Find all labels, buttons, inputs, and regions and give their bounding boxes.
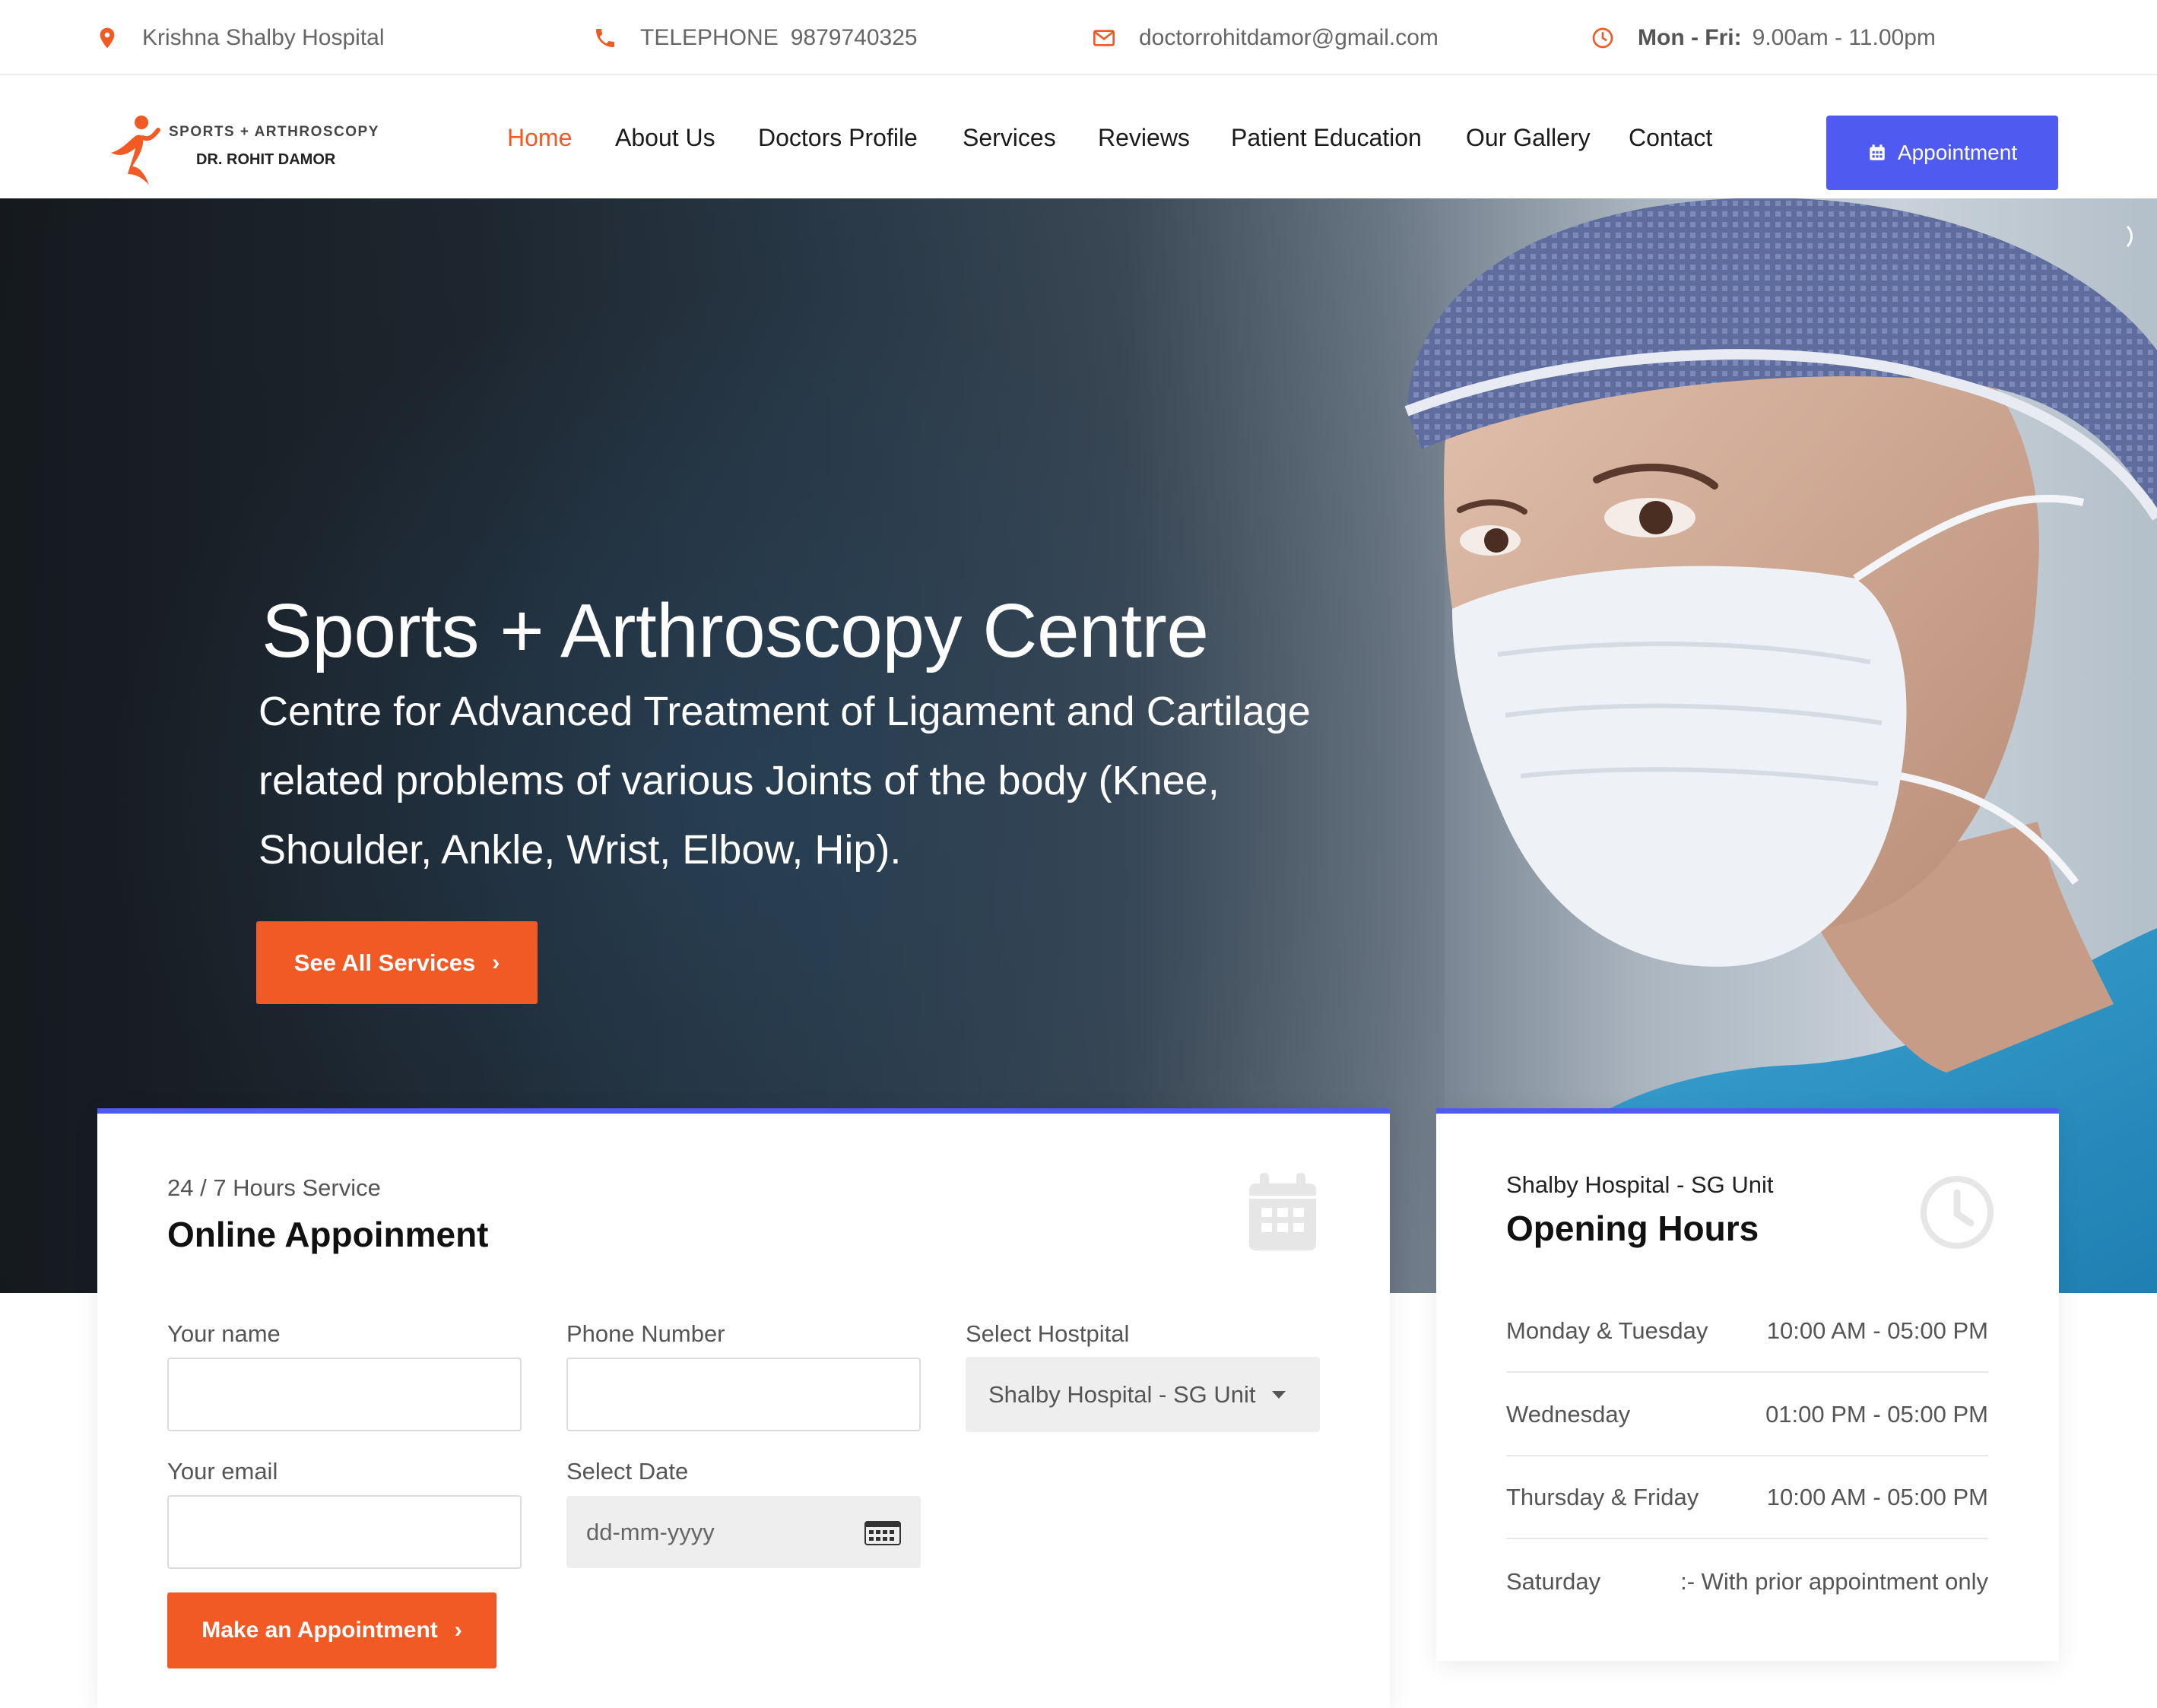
email-text[interactable]: doctorrohitdamor@gmail.com [1139, 25, 1439, 51]
email-label: Your email [167, 1458, 278, 1485]
location-text: Krishna Shalby Hospital [142, 24, 385, 50]
nav-item-services[interactable]: Services [963, 77, 1056, 198]
caret-down-icon [1272, 1390, 1286, 1399]
date-input[interactable]: dd-mm-yyyy [566, 1496, 921, 1568]
calendar-icon [1870, 144, 1885, 160]
hours-eyebrow: Shalby Hospital - SG Unit [1506, 1171, 1774, 1198]
calendar-picker-icon[interactable] [864, 1519, 901, 1545]
phone-input[interactable] [566, 1358, 921, 1431]
nav-item-contact[interactable]: Contact [1629, 77, 1712, 198]
date-placeholder: dd-mm-yyyy [586, 1518, 715, 1545]
see-all-services-label: See All Services [293, 949, 476, 976]
appointment-eyebrow: 24 / 7 Hours Service [167, 1174, 381, 1201]
nav-item-about-us[interactable]: About Us [615, 77, 715, 198]
hours-row-day: Wednesday [1506, 1400, 1631, 1428]
nav-item-doctors-profile[interactable]: Doctors Profile [758, 77, 918, 198]
hours-days: Mon - Fri: [1638, 24, 1742, 50]
online-appointment-card: 24 / 7 Hours Service Online Appoinment Y… [97, 1108, 1390, 1708]
hours-row: Saturday :- With prior appointment only [1506, 1540, 1988, 1623]
hero-heading: Sports + Arthroscopy Centre [262, 588, 1209, 673]
make-appointment-label: Make an Appointment [201, 1618, 438, 1643]
hours-row-time: 10:00 AM - 05:00 PM [1766, 1483, 1988, 1510]
appointment-button[interactable]: Appointment [1826, 116, 2058, 190]
hours-title: Opening Hours [1506, 1209, 1759, 1248]
phone-icon [596, 28, 614, 47]
hero-subtext: Centre for Advanced Treatment of Ligamen… [259, 689, 1311, 873]
hours-row-day: Saturday [1506, 1567, 1601, 1595]
name-input[interactable] [167, 1358, 522, 1431]
hours-row: Monday & Tuesday 10:00 AM - 05:00 PM [1506, 1290, 1988, 1373]
hours-row-time: 01:00 PM - 05:00 PM [1765, 1400, 1988, 1428]
map-pin-icon [100, 27, 115, 48]
make-appointment-button[interactable]: Make an Appointment › [167, 1592, 496, 1668]
telephone-number[interactable]: 9879740325 [791, 25, 918, 51]
appointment-title: Online Appoinment [167, 1215, 489, 1254]
hospital-select[interactable]: Shalby Hospital - SG Unit [966, 1357, 1320, 1432]
loading-spinner-icon [2102, 221, 2133, 252]
envelope-icon [1093, 29, 1115, 46]
appointment-button-label: Appointment [1897, 141, 2018, 164]
hours-time: 9.00am - 11.00pm [1752, 24, 1936, 50]
clock-icon [1592, 27, 1613, 48]
calendar-icon [1249, 1173, 1316, 1250]
chevron-right-icon: › [492, 949, 500, 975]
date-label: Select Date [566, 1458, 689, 1485]
nav-item-reviews[interactable]: Reviews [1098, 77, 1190, 198]
telephone-label: TELEPHONE [640, 24, 779, 50]
main-navbar: SPORTS + ARTHROSCOPY DR. ROHIT DAMOR Hom… [0, 77, 2157, 198]
top-contact-bar: Krishna Shalby Hospital TELEPHONE 987974… [0, 0, 2157, 75]
opening-hours-card: Shalby Hospital - SG Unit Opening Hours … [1436, 1108, 2059, 1661]
nav-item-patient-education[interactable]: Patient Education [1231, 77, 1422, 198]
hours-row-day: Thursday & Friday [1506, 1483, 1699, 1510]
chevron-right-icon: › [454, 1618, 462, 1643]
nav-item-our-gallery[interactable]: Our Gallery [1466, 77, 1591, 198]
hours-row: Wednesday 01:00 PM - 05:00 PM [1506, 1374, 1988, 1456]
see-all-services-button[interactable]: See All Services › [256, 921, 538, 1004]
phone-label: Phone Number [566, 1320, 725, 1347]
email-input[interactable] [167, 1495, 522, 1569]
hospital-label: Select Hostpital [966, 1320, 1130, 1347]
hospital-select-value: Shalby Hospital - SG Unit [988, 1380, 1256, 1408]
hours-row-time: 10:00 AM - 05:00 PM [1766, 1317, 1988, 1344]
hours-row-time: :- With prior appointment only [1680, 1567, 1988, 1595]
hours-row-day: Monday & Tuesday [1506, 1317, 1708, 1344]
email-info[interactable]: doctorrohitdamor@gmail.com [1092, 0, 1439, 75]
name-label: Your name [167, 1320, 281, 1347]
clock-icon [1921, 1176, 1994, 1249]
nav-item-home[interactable]: Home [507, 77, 572, 198]
hours-info: Mon - Fri: 9.00am - 11.00pm [1591, 0, 1936, 75]
hours-row: Thursday & Friday 10:00 AM - 05:00 PM [1506, 1456, 1988, 1539]
telephone-info[interactable]: TELEPHONE 9879740325 [593, 0, 918, 75]
location-info: Krishna Shalby Hospital [95, 0, 385, 75]
